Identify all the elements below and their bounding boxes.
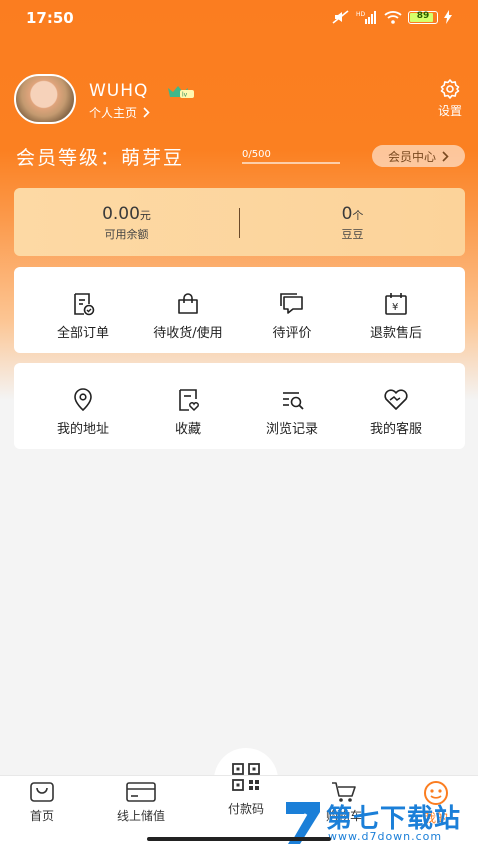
home-bag-icon <box>30 782 54 802</box>
order-all[interactable]: 全部订单 <box>27 267 139 353</box>
order-refund[interactable]: ¥ 退款售后 <box>340 267 452 353</box>
watermark: 第七下载站 www.d7down.com <box>284 796 478 850</box>
service-favorites[interactable]: 收藏 <box>132 363 244 449</box>
balance-label: 可用余额 <box>104 228 149 241</box>
settings-label: 设置 <box>437 104 462 118</box>
level-progress-text: 0/500 <box>242 149 271 160</box>
shopping-bag-icon <box>178 293 198 314</box>
balance-unit: 元 <box>139 209 151 222</box>
homepage-link-label: 个人主页 <box>89 106 138 120</box>
home-indicator <box>147 837 331 841</box>
balance-card: 0.00元 可用余额 0个 豆豆 <box>14 188 465 256</box>
favorite-icon <box>179 389 199 412</box>
beans-label: 豆豆 <box>341 228 364 241</box>
beans-unit: 个 <box>352 209 364 222</box>
gear-icon <box>440 79 460 99</box>
tab-home-label: 首页 <box>29 809 54 823</box>
level-progress-bar <box>242 162 340 164</box>
watermark-url: www.d7down.com <box>328 830 443 843</box>
vip-badge-icon: lv <box>168 86 194 99</box>
order-to-receive[interactable]: 待收货/使用 <box>132 267 244 353</box>
mute-icon <box>332 10 349 24</box>
svg-text:lv: lv <box>182 92 188 99</box>
chevron-right-icon <box>442 150 449 162</box>
order-to-review[interactable]: 待评价 <box>236 267 348 353</box>
signal-icon: HD <box>356 11 376 24</box>
tab-pay-code-label: 付款码 <box>227 802 264 816</box>
tab-online-recharge-label: 线上储值 <box>116 809 165 823</box>
battery-level: 89 <box>416 10 430 21</box>
avatar[interactable] <box>14 74 76 124</box>
refund-calendar-icon: ¥ <box>385 293 407 315</box>
status-bar: 17:50 HD 89 <box>0 0 478 36</box>
services-card: 我的地址 收藏 浏览记录 我的客服 <box>14 363 465 449</box>
tab-pay-code[interactable]: 付款码 <box>206 762 286 817</box>
battery-icon: 89 <box>408 10 438 24</box>
order-list-icon <box>74 293 95 316</box>
order-to-review-label: 待评价 <box>272 326 312 341</box>
tab-home[interactable]: 首页 <box>2 780 82 824</box>
svg-text:¥: ¥ <box>392 302 398 313</box>
service-favorites-label: 收藏 <box>174 422 201 437</box>
wifi-icon <box>384 11 402 24</box>
order-refund-label: 退款售后 <box>369 326 422 341</box>
status-time: 17:50 <box>26 9 74 27</box>
service-history[interactable]: 浏览记录 <box>236 363 348 449</box>
balance-amount: 0.00 <box>102 204 140 224</box>
member-level: 会员等级：萌芽豆 <box>16 147 185 169</box>
homepage-link[interactable]: 个人主页 <box>89 104 150 121</box>
service-address-label: 我的地址 <box>56 422 109 437</box>
card-icon <box>126 782 156 802</box>
available-balance[interactable]: 0.00元 可用余额 <box>14 204 239 242</box>
beans-balance[interactable]: 0个 豆豆 <box>240 204 465 242</box>
settings-button[interactable]: 设置 <box>434 78 466 119</box>
qr-code-icon <box>232 763 260 791</box>
service-customer-support-label: 我的客服 <box>369 422 422 437</box>
service-history-label: 浏览记录 <box>265 422 318 437</box>
location-pin-icon <box>74 388 92 412</box>
service-address[interactable]: 我的地址 <box>27 363 139 449</box>
charging-icon <box>444 10 452 24</box>
service-customer-support[interactable]: 我的客服 <box>340 363 452 449</box>
status-icons: HD 89 <box>332 10 452 24</box>
tab-online-recharge[interactable]: 线上储值 <box>101 780 181 824</box>
comment-icon <box>280 293 303 314</box>
chevron-right-icon <box>143 107 150 118</box>
svg-text:HD: HD <box>356 11 366 18</box>
order-to-receive-label: 待收货/使用 <box>153 326 223 341</box>
username: WUHQ <box>89 81 149 101</box>
customer-service-icon <box>384 389 408 410</box>
member-center-button[interactable]: 会员中心 <box>372 145 465 167</box>
beans-amount: 0 <box>341 204 353 224</box>
browse-history-icon <box>283 392 304 410</box>
orders-card: 全部订单 待收货/使用 待评价 ¥ 退款售后 <box>14 267 465 353</box>
member-center-label: 会员中心 <box>387 149 436 164</box>
order-all-label: 全部订单 <box>56 326 109 341</box>
